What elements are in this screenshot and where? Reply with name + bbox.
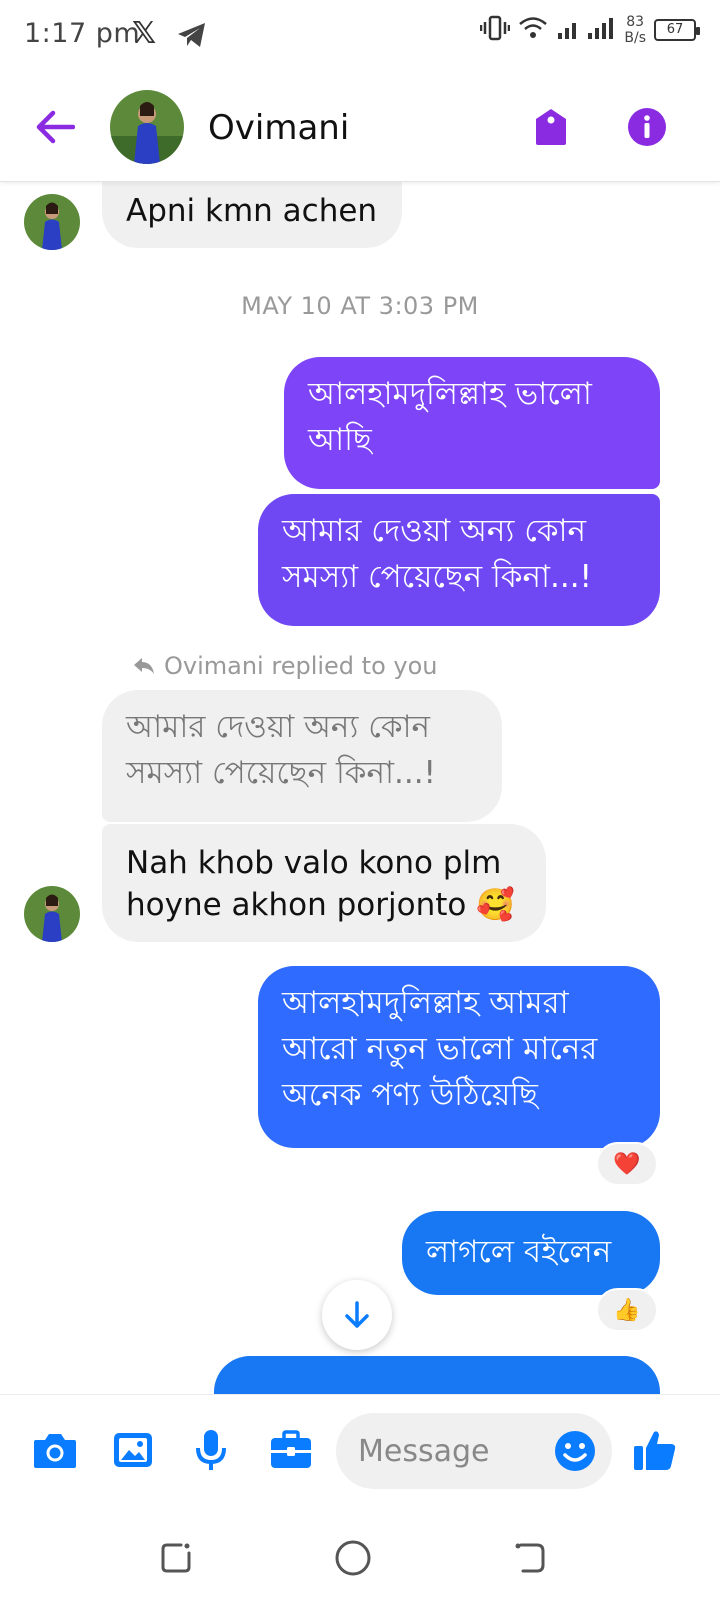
info-icon [628, 108, 666, 146]
scroll-to-bottom-button[interactable] [322, 1280, 392, 1350]
message-composer [0, 1394, 720, 1514]
outgoing-message[interactable]: আলহামদুলিল্লাহ আমরা আরো নতুন ভালো মানের … [258, 966, 660, 1148]
back-arrow-icon [36, 110, 75, 144]
briefcase-icon [271, 1430, 311, 1468]
home-circle-icon [335, 1540, 371, 1576]
recent-apps-icon [161, 1543, 191, 1573]
contact-avatar-small [24, 194, 80, 250]
business-tools-button[interactable] [266, 1425, 316, 1475]
incoming-message[interactable]: Apni kmn achen [102, 182, 402, 248]
voice-button[interactable] [186, 1425, 236, 1475]
contact-avatar-small [24, 886, 80, 942]
recent-apps-button[interactable] [150, 1532, 202, 1584]
net-speed-unit: B/s [624, 30, 646, 46]
contact-avatar[interactable] [110, 90, 184, 164]
gallery-button[interactable] [108, 1425, 158, 1475]
chat-header: Ovimani [0, 72, 720, 182]
back-gesture-icon [515, 1543, 545, 1573]
thumbs-up-reaction[interactable]: 👍 [596, 1288, 658, 1332]
arrow-down-icon [345, 1301, 369, 1328]
contact-name[interactable]: Ovimani [208, 108, 349, 148]
net-speed-value: 83 [626, 14, 645, 30]
status-bar: 1:17 pm 𝕏 83 B/s 67 [0, 0, 720, 72]
image-icon [114, 1433, 152, 1467]
emoji-icon [555, 1431, 595, 1471]
outgoing-message[interactable]: আলহামদুলিল্লাহ ভালো আছি [284, 357, 660, 489]
reply-indicator-text: Ovimani replied to you [164, 652, 438, 680]
outgoing-message[interactable]: লাগলে বইলেন [402, 1211, 660, 1295]
wifi-icon [518, 15, 548, 45]
signal-icon [556, 15, 616, 45]
net-speed: 83 B/s [624, 14, 646, 46]
system-nav-bar [0, 1514, 720, 1600]
x-app-icon: 𝕏 [132, 16, 157, 51]
message-field[interactable] [336, 1413, 612, 1489]
reply-indicator: Ovimani replied to you [132, 652, 437, 680]
microphone-icon [196, 1430, 226, 1470]
message-thread[interactable]: Apni kmn achen MAY 10 AT 3:03 PM আলহামদু… [0, 182, 720, 1394]
camera-button[interactable] [30, 1425, 80, 1475]
reply-arrow-icon [134, 658, 154, 674]
quoted-message[interactable]: আমার দেওয়া অন্য কোন সমস্যা পেয়েছেন কিন… [102, 690, 502, 822]
thumbs-up-icon [634, 1431, 676, 1470]
back-nav-button[interactable] [504, 1532, 556, 1584]
info-button[interactable] [624, 104, 670, 150]
tag-icon [536, 109, 566, 145]
status-indicators: 83 B/s 67 [480, 14, 700, 46]
message-timestamp: MAY 10 AT 3:03 PM [241, 292, 479, 320]
outgoing-message[interactable]: আমার দেওয়া অন্য কোন সমস্যা পেয়েছেন কিন… [258, 494, 660, 626]
status-time: 1:17 pm [24, 18, 141, 49]
vibrate-icon [480, 15, 511, 45]
camera-icon [34, 1434, 76, 1468]
like-button[interactable] [630, 1425, 680, 1475]
emoji-button[interactable] [552, 1428, 598, 1474]
home-button[interactable] [327, 1532, 379, 1584]
message-input[interactable] [358, 1429, 528, 1473]
incoming-message[interactable]: Nah khob valo kono plm hoyne akhon porjo… [102, 824, 546, 942]
battery-indicator: 67 [654, 19, 700, 41]
tag-button[interactable] [528, 104, 574, 150]
back-button[interactable] [32, 104, 78, 150]
outgoing-message-partial[interactable] [214, 1356, 660, 1394]
heart-reaction[interactable]: ❤️ [596, 1142, 658, 1186]
telegram-icon [176, 20, 208, 54]
